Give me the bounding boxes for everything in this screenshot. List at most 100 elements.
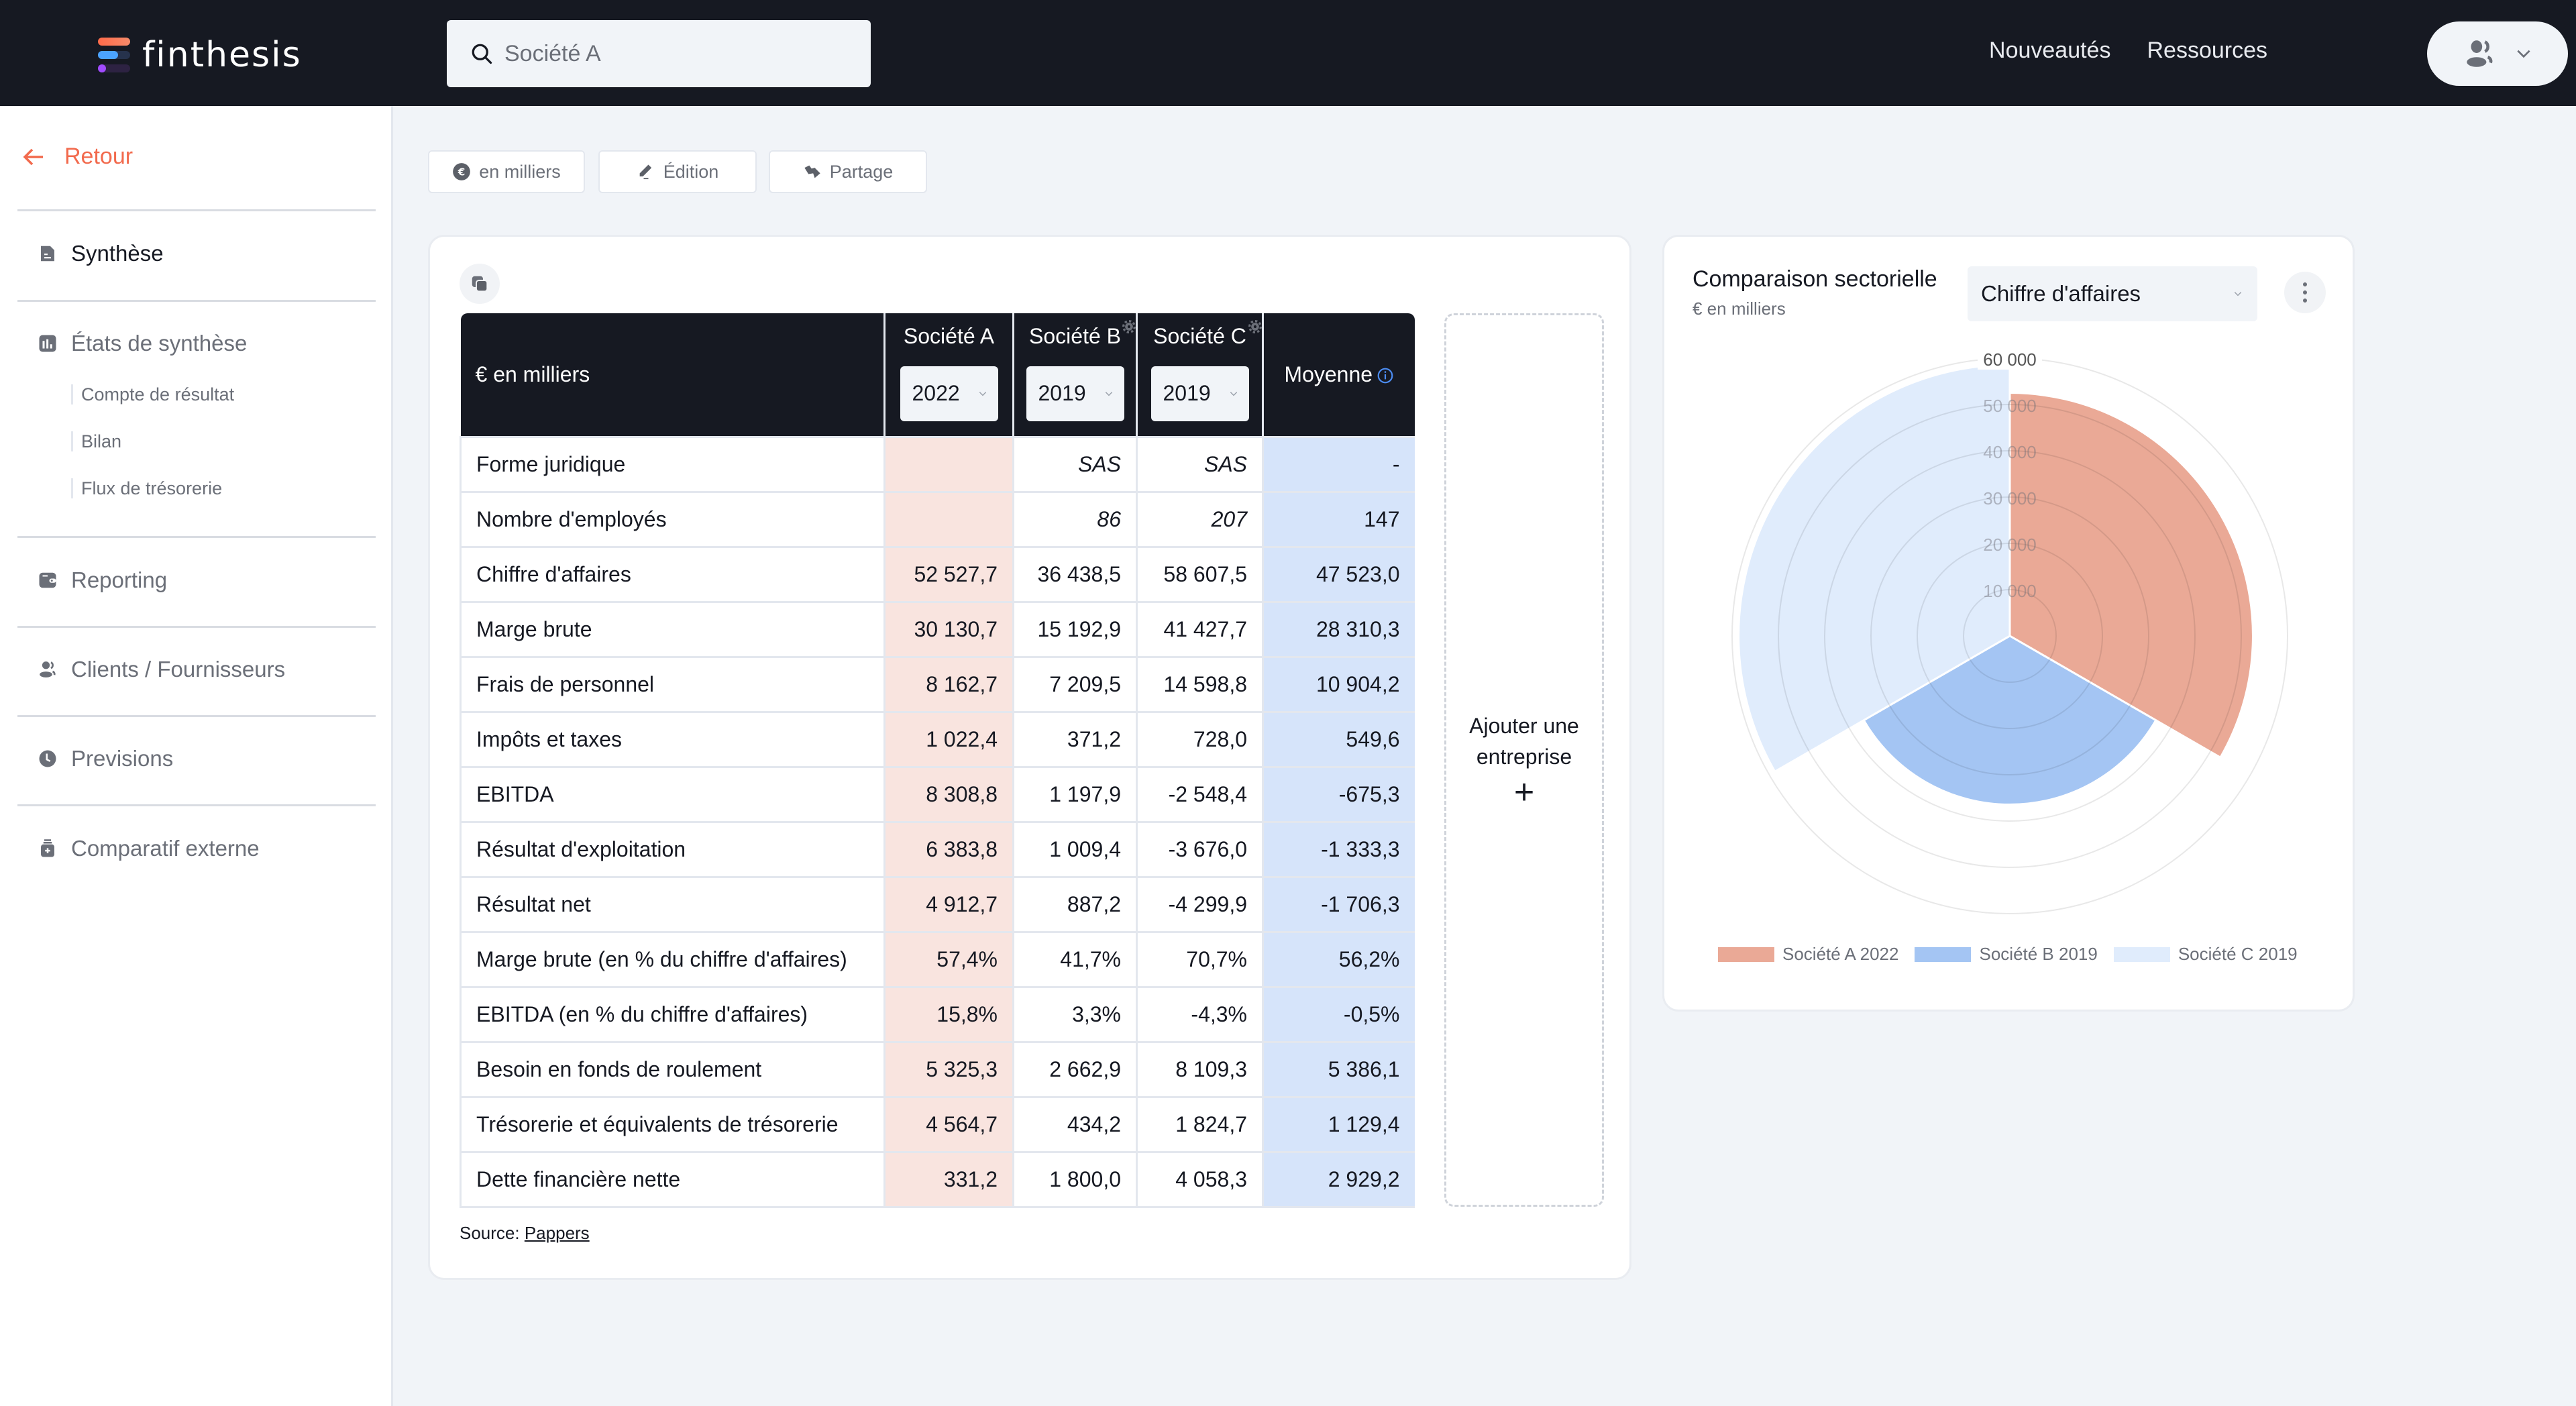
sidebar-subitem-compte-de-resultat[interactable]: Compte de résultat <box>71 384 234 404</box>
gear-icon[interactable] <box>1122 320 1136 333</box>
tick-label: 20 000 <box>1983 535 2037 555</box>
cell-company-b: 41,7% <box>1013 930 1138 987</box>
cell-company-c: 41 427,7 <box>1136 600 1264 657</box>
cell-company-c: 1 824,7 <box>1136 1095 1264 1152</box>
corner-label: € en milliers <box>460 313 885 437</box>
cell-company-c: -3 676,0 <box>1136 820 1264 877</box>
table-row: Résultat d'exploitation 6 383,8 1 009,4 -3 … <box>460 820 1415 877</box>
cell-company-a: 15,8% <box>884 985 1014 1042</box>
table-row: Chiffre d'affaires 52 527,7 36 438,5 58 607… <box>460 545 1415 602</box>
back-link[interactable]: Retour <box>23 144 133 170</box>
cell-company-a: 8 162,7 <box>884 655 1014 712</box>
cell-average: -675,3 <box>1263 765 1415 822</box>
cell-average: 549,6 <box>1263 710 1415 767</box>
cell-average: - <box>1263 435 1415 492</box>
cell-company-a <box>884 490 1014 547</box>
legend-item[interactable]: Société B 2019 <box>1915 944 2098 965</box>
divider <box>17 300 376 302</box>
tick-label: 30 000 <box>1983 488 2037 508</box>
sidebar: Retour Synthèse États de synthèse Compte… <box>0 106 393 1406</box>
share-button[interactable]: Partage <box>769 150 927 193</box>
svg-text:€: € <box>458 166 466 178</box>
edit-button[interactable]: Édition <box>598 150 757 193</box>
legend-label: Société B 2019 <box>1979 944 2098 964</box>
search-input[interactable] <box>504 40 840 67</box>
cell-company-b: 1 800,0 <box>1013 1150 1138 1208</box>
company-name: Société A <box>903 323 995 348</box>
row-label: Forme juridique <box>460 435 885 492</box>
euro-coin-icon: € <box>453 163 471 180</box>
info-icon[interactable] <box>1377 367 1394 384</box>
legend-swatch <box>2113 947 2170 962</box>
sidebar-item-clients-fournisseurs[interactable]: Clients / Fournisseurs <box>38 657 285 682</box>
user-menu-button[interactable] <box>2427 21 2568 86</box>
nav-link-nouveautes[interactable]: Nouveautés <box>1989 38 2110 64</box>
cell-company-b: 1 197,9 <box>1013 765 1138 822</box>
sidebar-item-synthese[interactable]: Synthèse <box>38 241 164 266</box>
source-link[interactable]: Pappers <box>525 1223 590 1243</box>
add-company-button[interactable]: Ajouter une entreprise + <box>1444 313 1604 1207</box>
cell-company-c: 8 109,3 <box>1136 1040 1264 1097</box>
cell-company-a: 5 325,3 <box>884 1040 1014 1097</box>
divider <box>17 536 376 538</box>
legend-swatch <box>1718 947 1774 962</box>
users-icon <box>2467 40 2493 67</box>
cell-company-c: 58 607,5 <box>1136 545 1264 602</box>
cell-company-a <box>884 435 1014 492</box>
row-label: Besoin en fonds de roulement <box>460 1040 885 1097</box>
cell-company-c: -4 299,9 <box>1136 875 1264 932</box>
kebab-menu-icon <box>2303 282 2307 303</box>
wallet-icon <box>39 572 56 588</box>
unit-toggle-button[interactable]: € en milliers <box>428 150 585 193</box>
comparison-table: € en milliers Société A 2022 Société B 2… <box>460 313 1415 1208</box>
table-row: Dette financière nette 331,2 1 800,0 4 058,… <box>460 1150 1415 1208</box>
legend-item[interactable]: Société C 2019 <box>2113 944 2298 965</box>
sidebar-subitem-flux-de-tresorerie[interactable]: Flux de trésorerie <box>71 478 222 498</box>
panel-title: Comparaison sectorielle <box>1693 266 1937 292</box>
more-options-button[interactable] <box>2284 272 2326 313</box>
cell-company-a: 8 308,8 <box>884 765 1014 822</box>
gear-icon[interactable] <box>1248 320 1262 333</box>
tick-label: 50 000 <box>1983 396 2037 416</box>
cell-company-c: 14 598,8 <box>1136 655 1264 712</box>
sidebar-subitem-bilan[interactable]: Bilan <box>71 431 121 451</box>
cell-company-a: 4 912,7 <box>884 875 1014 932</box>
year-select-a[interactable]: 2022 <box>900 366 998 421</box>
search-box[interactable] <box>447 20 871 87</box>
year-select-c[interactable]: 2019 <box>1150 366 1249 421</box>
sidebar-item-etats-de-synthese[interactable]: États de synthèse <box>38 331 247 356</box>
divider <box>17 804 376 806</box>
copy-button[interactable] <box>460 264 500 304</box>
cell-average: 56,2% <box>1263 930 1415 987</box>
cell-company-b: 3,3% <box>1013 985 1138 1042</box>
year-select-b[interactable]: 2019 <box>1026 366 1124 421</box>
company-column-c: Société C 2019 <box>1136 313 1264 437</box>
row-label: Marge brute <box>460 600 885 657</box>
table-row: Nombre d'employés 86 207 147 <box>460 490 1415 547</box>
sidebar-item-reporting[interactable]: Reporting <box>38 567 167 593</box>
document-icon <box>41 246 54 262</box>
sidebar-item-comparatif-externe[interactable]: Comparatif externe <box>38 836 260 861</box>
cell-company-b: 36 438,5 <box>1013 545 1138 602</box>
cell-average: 28 310,3 <box>1263 600 1415 657</box>
nav-link-ressources[interactable]: Ressources <box>2147 38 2267 64</box>
legend-item[interactable]: Société A 2022 <box>1718 944 1898 965</box>
logo[interactable]: finthesis <box>98 35 302 75</box>
company-name: Société C <box>1153 323 1246 348</box>
sidebar-item-previsions[interactable]: Previsions <box>38 746 173 771</box>
metric-select[interactable]: Chiffre d'affaires <box>1968 266 2257 321</box>
row-label: Trésorerie et équivalents de trésorerie <box>460 1095 885 1152</box>
pencil-icon <box>639 164 651 180</box>
table-row: Besoin en fonds de roulement 5 325,3 2 662… <box>460 1040 1415 1097</box>
cell-company-b: 371,2 <box>1013 710 1138 767</box>
arrow-left-icon <box>23 148 43 165</box>
table-row: Frais de personnel 8 162,7 7 209,5 14 598,8… <box>460 655 1415 712</box>
row-label: Frais de personnel <box>460 655 885 712</box>
cell-company-c: 207 <box>1136 490 1264 547</box>
logo-icon <box>98 38 130 72</box>
row-label: Résultat d'exploitation <box>460 820 885 877</box>
source-note: Source: Pappers <box>460 1223 590 1243</box>
cell-company-b: SAS <box>1013 435 1138 492</box>
cell-average: 1 129,4 <box>1263 1095 1415 1152</box>
row-label: Résultat net <box>460 875 885 932</box>
